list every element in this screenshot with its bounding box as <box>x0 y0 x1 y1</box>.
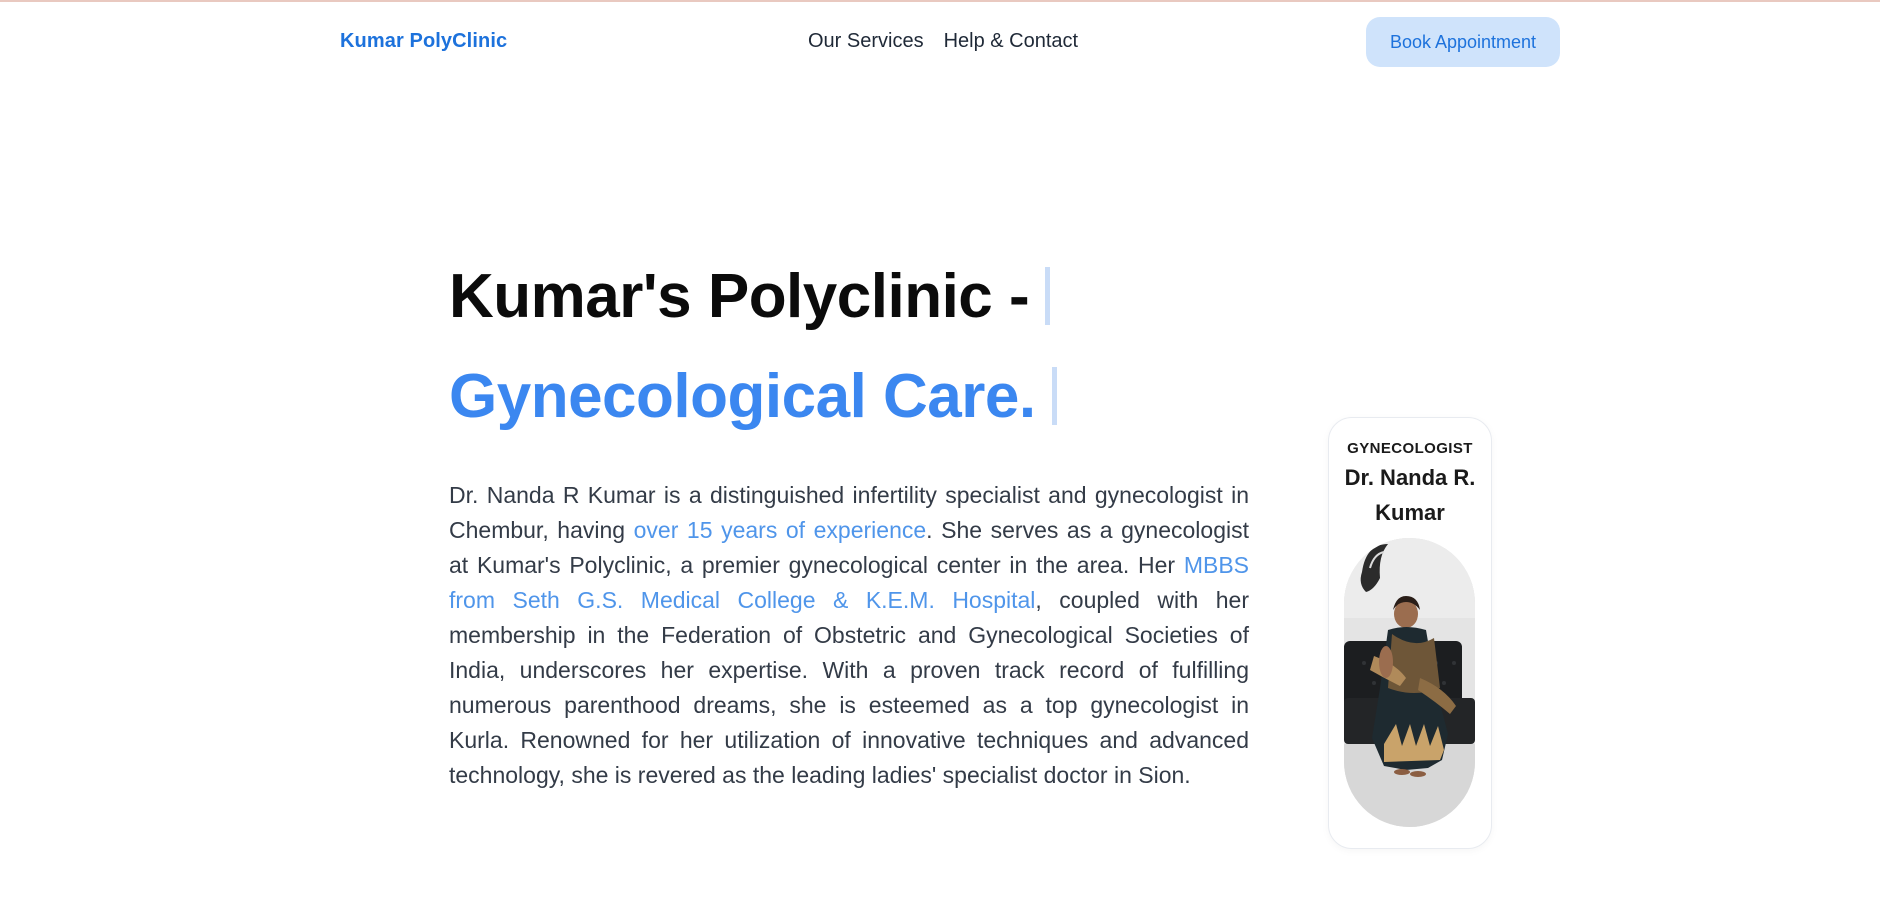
nav-link-our-services[interactable]: Our Services <box>808 30 924 53</box>
hero-title: Kumar's Polyclinic - <box>449 262 1051 332</box>
book-appointment-button[interactable]: Book Appointment <box>1366 17 1560 67</box>
experience-highlight: over 15 years of experience <box>633 517 927 543</box>
nav-link-help-contact[interactable]: Help & Contact <box>944 30 1079 53</box>
hero-subtitle: Gynecological Care. <box>449 362 1057 432</box>
hero-title-text: Kumar's Polyclinic - <box>449 262 1030 331</box>
brand-logo-link[interactable]: Kumar PolyClinic <box>340 30 507 53</box>
typing-cursor <box>1051 367 1057 425</box>
navbar: Kumar PolyClinic Our Services Help & Con… <box>0 2 1880 82</box>
doctor-name: Dr. Nanda R. Kumar <box>1344 465 1476 525</box>
bio-text-3: , coupled with her membership in the Fed… <box>449 587 1249 788</box>
typing-cursor <box>1045 267 1051 325</box>
doctor-bio: Dr. Nanda R Kumar is a distinguished inf… <box>449 478 1249 793</box>
doctor-portrait-image <box>1344 538 1475 827</box>
doctor-role: GYNECOLOGIST <box>1347 440 1473 457</box>
nav-links: Our Services Help & Contact <box>808 30 1078 53</box>
hero-subtitle-text: Gynecological Care. <box>449 362 1036 431</box>
doctor-card: GYNECOLOGIST Dr. Nanda R. Kumar <box>1328 417 1492 849</box>
doctor-photo <box>1344 538 1475 827</box>
